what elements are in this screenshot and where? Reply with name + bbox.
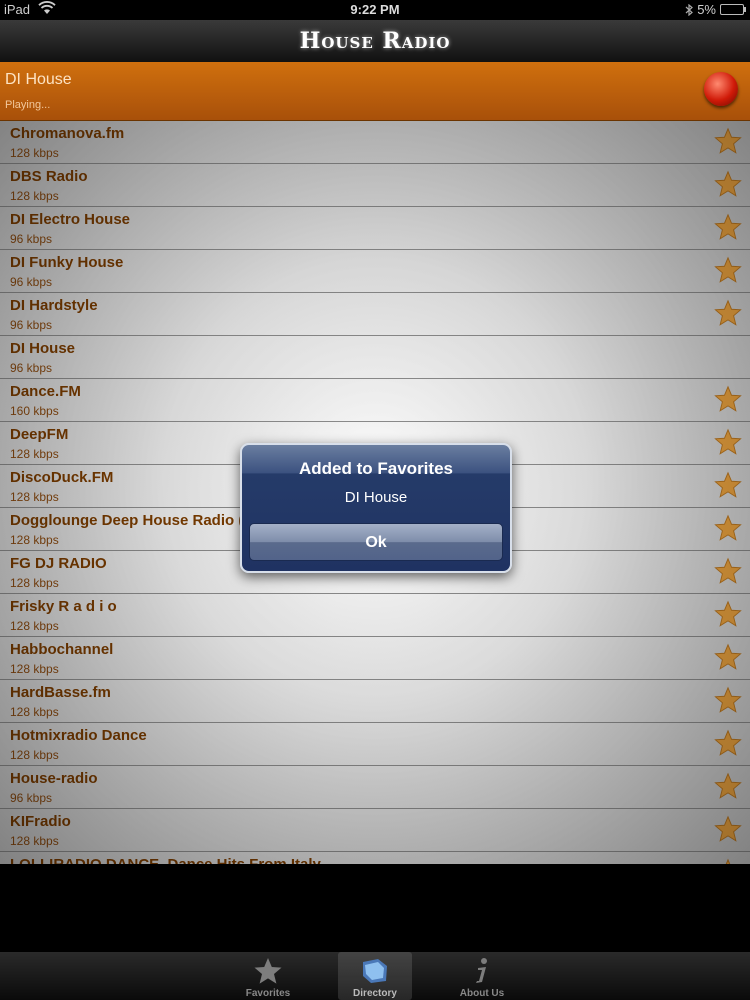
status-bar: iPad 9:22 PM 5%	[0, 0, 750, 20]
station-bitrate: 128 kbps	[10, 705, 59, 719]
station-name: HardBasse.fm	[10, 684, 111, 701]
station-bitrate: 128 kbps	[10, 146, 59, 160]
station-bitrate: 96 kbps	[10, 361, 53, 375]
favorite-star-icon[interactable]	[714, 127, 742, 155]
favorite-star-icon[interactable]	[714, 514, 742, 542]
alert-message: DI House	[344, 489, 408, 506]
directory-icon	[363, 959, 387, 983]
station-bitrate: 96 kbps	[10, 232, 53, 246]
tab-directory[interactable]: Directory	[338, 952, 412, 1000]
station-name: DI Hardstyle	[10, 297, 98, 314]
station-bitrate: 128 kbps	[10, 748, 59, 762]
bluetooth-icon	[685, 3, 694, 16]
station-row[interactable]: DI Electro House 96 kbps	[0, 207, 750, 250]
tab-favorites[interactable]: Favorites	[231, 952, 305, 1000]
station-bitrate: 128 kbps	[10, 189, 59, 203]
station-name: DI Electro House	[10, 211, 131, 228]
tab-about-label: About Us	[459, 988, 505, 999]
station-name: DI Funky House	[10, 254, 124, 271]
favorite-star-icon[interactable]	[714, 385, 742, 413]
station-row[interactable]: LOLLIRADIO DANCE, Dance Hits From Italy	[0, 852, 750, 864]
tab-favorites-label: Favorites	[245, 988, 291, 999]
favorite-star-icon[interactable]	[714, 815, 742, 843]
battery-percent: 5%	[697, 2, 716, 17]
stop-record-button[interactable]	[704, 72, 738, 106]
alert-dialog: Added to Favorites DI House Ok	[240, 443, 512, 573]
clock: 9:22 PM	[350, 2, 400, 17]
alert-title: Added to Favorites	[299, 459, 453, 478]
favorite-star-icon[interactable]	[714, 643, 742, 671]
now-playing-status: Playing...	[5, 99, 51, 111]
station-row[interactable]: DI Funky House 96 kbps	[0, 250, 750, 293]
now-playing-station: DI House	[5, 71, 72, 88]
star-icon	[254, 958, 282, 984]
info-icon	[476, 958, 487, 983]
favorite-star-icon[interactable]	[714, 557, 742, 585]
station-bitrate: 96 kbps	[10, 275, 53, 289]
station-row[interactable]: DI Hardstyle 96 kbps	[0, 293, 750, 336]
station-row[interactable]: Chromanova.fm 128 kbps	[0, 121, 750, 164]
favorite-star-icon[interactable]	[714, 686, 742, 714]
station-name: Frisky R a d i o	[10, 598, 117, 615]
station-name: House-radio	[10, 770, 98, 787]
station-name: Dance.FM	[10, 383, 81, 400]
station-row[interactable]: House-radio 96 kbps	[0, 766, 750, 809]
station-name: DeepFM	[10, 426, 69, 443]
station-row[interactable]: Dance.FM 160 kbps	[0, 379, 750, 422]
favorite-star-icon[interactable]	[714, 772, 742, 800]
station-name: DiscoDuck.FM	[10, 469, 114, 486]
tab-about-us[interactable]: About Us	[445, 952, 519, 1000]
station-name: FG DJ RADIO	[10, 555, 107, 572]
station-row[interactable]: Hotmixradio Dance 128 kbps	[0, 723, 750, 766]
station-bitrate: 128 kbps	[10, 576, 59, 590]
favorite-star-icon[interactable]	[714, 170, 742, 198]
station-row[interactable]: Habbochannel 128 kbps	[0, 637, 750, 680]
now-playing-bar[interactable]: DI House Playing...	[0, 62, 750, 121]
station-name: KIFradio	[10, 813, 71, 830]
tab-directory-label: Directory	[353, 988, 397, 999]
favorite-star-icon[interactable]	[714, 600, 742, 628]
station-bitrate: 128 kbps	[10, 834, 59, 848]
favorite-star-icon[interactable]	[714, 428, 742, 456]
station-bitrate: 128 kbps	[10, 533, 59, 547]
status-right: 5%	[685, 2, 746, 17]
station-bitrate: 96 kbps	[10, 791, 53, 805]
station-row[interactable]: DI House 96 kbps	[0, 336, 750, 379]
favorite-star-icon[interactable]	[714, 858, 742, 864]
app-title: House Radio	[299, 28, 451, 54]
favorite-star-icon[interactable]	[714, 213, 742, 241]
station-bitrate: 96 kbps	[10, 318, 53, 332]
favorite-star-icon[interactable]	[714, 299, 742, 327]
favorite-star-icon[interactable]	[714, 471, 742, 499]
station-name: Habbochannel	[10, 641, 114, 658]
station-name: LOLLIRADIO DANCE, Dance Hits From Italy	[10, 856, 321, 864]
favorite-star-icon[interactable]	[714, 729, 742, 757]
nav-bar: House Radio	[0, 20, 750, 63]
station-row[interactable]: HardBasse.fm 128 kbps	[0, 680, 750, 723]
station-bitrate: 128 kbps	[10, 619, 59, 633]
station-row[interactable]: KIFradio 128 kbps	[0, 809, 750, 852]
ok-button[interactable]: Ok	[249, 523, 503, 561]
station-row[interactable]: DBS Radio 128 kbps	[0, 164, 750, 207]
tab-bar: Favorites Directory About Us	[0, 952, 750, 1000]
station-bitrate: 160 kbps	[10, 404, 59, 418]
station-name: DBS Radio	[10, 168, 88, 185]
battery-icon	[720, 4, 746, 15]
station-row[interactable]: Frisky R a d i o 128 kbps	[0, 594, 750, 637]
favorite-star-icon[interactable]	[714, 256, 742, 284]
station-name: Chromanova.fm	[10, 125, 125, 142]
station-name: Dogglounge Deep House Radio (MN)	[10, 512, 272, 529]
station-bitrate: 128 kbps	[10, 447, 59, 461]
station-name: Hotmixradio Dance	[10, 727, 147, 744]
station-bitrate: 128 kbps	[10, 490, 59, 504]
station-name: DI House	[10, 340, 76, 357]
station-bitrate: 128 kbps	[10, 662, 59, 676]
